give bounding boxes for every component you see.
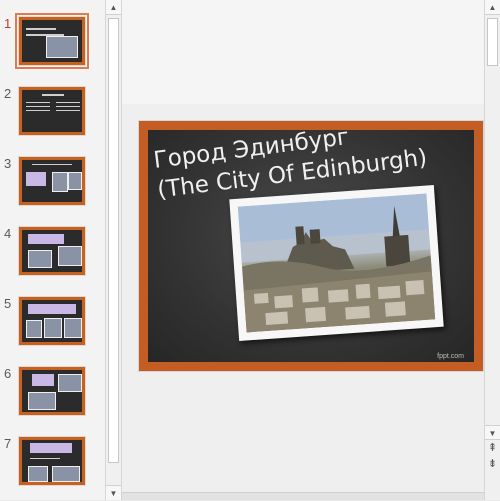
thumbnail-row-4[interactable]: 4 xyxy=(0,222,105,284)
chevron-up-icon: ▲ xyxy=(488,3,497,12)
thumbnail-row-5[interactable]: 5 xyxy=(0,292,105,354)
thumbnail-row-1[interactable]: 1 xyxy=(0,12,105,74)
double-chevron-down-icon: ⇟ xyxy=(487,458,498,470)
slide-editing-area[interactable]: Город Эдинбург (The City Of Edinburgh) f… xyxy=(122,0,484,492)
thumbnail-scrollbar[interactable]: ▲ ▼ xyxy=(105,0,122,500)
thumbnail-row-2[interactable]: 2 xyxy=(0,82,105,144)
slide-number: 5 xyxy=(4,296,12,311)
slide-thumbnail-6[interactable] xyxy=(18,366,86,416)
slide-thumbnail-1[interactable] xyxy=(15,13,89,69)
editor-scrollbar[interactable]: ▲ ▼ ⇞ ⇟ xyxy=(484,0,500,500)
double-chevron-up-icon: ⇞ xyxy=(487,442,498,454)
thumbnail-row-6[interactable]: 6 xyxy=(0,362,105,424)
next-slide-button[interactable]: ⇟ xyxy=(485,457,500,472)
chevron-down-icon: ▼ xyxy=(488,429,497,438)
credit-text: fppt.com xyxy=(437,353,464,360)
editing-area-background xyxy=(122,0,484,104)
slide-thumbnail-2[interactable] xyxy=(18,86,86,136)
slide-thumbnail-5[interactable] xyxy=(18,296,86,346)
edinburgh-photo[interactable] xyxy=(229,185,444,341)
editor-scroll-up-button[interactable]: ▲ xyxy=(485,0,500,15)
slide-thumbnail-4[interactable] xyxy=(18,226,86,276)
slide-thumbnail-3[interactable] xyxy=(18,156,86,206)
slide-thumbnail-pane: 1 2 3 4 5 6 7 xyxy=(0,0,105,500)
current-slide[interactable]: Город Эдинбург (The City Of Edinburgh) f… xyxy=(138,120,484,372)
chalkboard-background: Город Эдинбург (The City Of Edinburgh) f… xyxy=(148,130,474,362)
editor-scrollbar-thumb[interactable] xyxy=(487,18,498,66)
slide-number: 1 xyxy=(4,16,12,31)
scroll-up-button[interactable]: ▲ xyxy=(106,0,121,15)
chevron-down-icon: ▼ xyxy=(109,489,118,498)
city-skyline-image xyxy=(237,193,436,333)
slide-number: 3 xyxy=(4,156,12,171)
slide-number: 6 xyxy=(4,366,12,381)
thumbnail-row-7[interactable]: 7 xyxy=(0,432,105,494)
scrollbar-thumb[interactable] xyxy=(108,18,119,463)
slide-number: 7 xyxy=(4,436,12,451)
chevron-up-icon: ▲ xyxy=(109,3,118,12)
scroll-down-button[interactable]: ▼ xyxy=(106,485,121,500)
previous-slide-button[interactable]: ⇞ xyxy=(485,441,500,456)
slide-number: 2 xyxy=(4,86,12,101)
slide-thumbnail-7[interactable] xyxy=(18,436,86,486)
castle-skyline-illustration xyxy=(237,193,436,333)
editor-scroll-down-button[interactable]: ▼ xyxy=(485,425,500,440)
horizontal-scrollbar[interactable] xyxy=(122,492,484,500)
thumbnail-row-3[interactable]: 3 xyxy=(0,152,105,214)
slide-number: 4 xyxy=(4,226,12,241)
